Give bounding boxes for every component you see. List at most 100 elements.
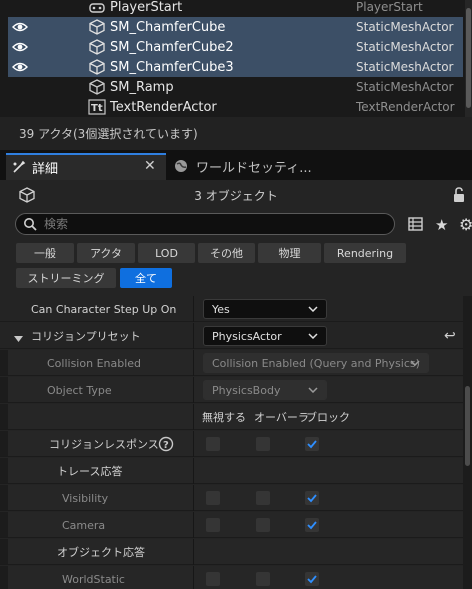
outliner-scrollbar[interactable]: [465, 0, 472, 117]
checkmark-icon: [307, 521, 317, 530]
ignore-checkbox[interactable]: [206, 437, 220, 451]
property-row: Visibility: [0, 485, 463, 511]
indent-gutter: [8, 512, 22, 537]
step-up-dropdown[interactable]: Yes: [203, 299, 327, 319]
block-checkbox[interactable]: [305, 518, 319, 532]
collision-enabled-dropdown[interactable]: Collision Enabled (Query and Physics): [203, 353, 429, 373]
outliner-row[interactable]: SM_ChamferCube StaticMeshActor: [8, 17, 463, 37]
indent-gutter: [0, 350, 8, 375]
ignore-checkbox[interactable]: [206, 572, 220, 586]
property-label: トレース応答: [57, 465, 123, 478]
property-list: Can Character Step Up On Yes コリジョンプリセット …: [0, 296, 472, 589]
dropdown-value: Yes: [212, 302, 230, 316]
chevron-down-icon: [308, 387, 318, 393]
property-label: Collision Enabled: [47, 356, 142, 370]
expand-arrow-icon[interactable]: [14, 332, 23, 346]
block-checkbox[interactable]: [305, 437, 319, 451]
property-row: Object Type PhysicsBody: [0, 377, 463, 403]
column-divider: [193, 539, 194, 565]
column-divider: [193, 458, 194, 484]
overlap-checkbox[interactable]: [256, 572, 270, 586]
indent-gutter: [0, 377, 8, 402]
property-row: トレース応答: [0, 458, 463, 484]
eye-icon[interactable]: [12, 59, 28, 75]
property-row: コリジョンプリセット PhysicsActor ↩: [0, 323, 463, 349]
overlap-checkbox[interactable]: [256, 437, 270, 451]
block-checkbox[interactable]: [305, 572, 319, 586]
indent-gutter: [0, 566, 8, 589]
outliner-row[interactable]: PlayerStart PlayerStart: [0, 0, 463, 17]
tab-world-settings[interactable]: ワールドセッティ...: [168, 153, 318, 180]
property-label: オブジェクト応答: [57, 546, 145, 559]
reset-arrow-icon[interactable]: ↩: [444, 328, 456, 344]
filter-streaming-button[interactable]: ストリーミング: [16, 268, 116, 288]
column-header-ignore: 無視する: [202, 411, 246, 424]
close-icon[interactable]: ✕: [144, 158, 156, 174]
eye-icon[interactable]: [12, 39, 28, 55]
chevron-down-icon: [410, 360, 420, 366]
filter-misc-button[interactable]: その他: [198, 243, 255, 263]
outliner-row[interactable]: SM_ChamferCube3 StaticMeshActor: [8, 57, 463, 77]
column-divider: [193, 296, 194, 322]
property-label: Object Type: [47, 383, 112, 397]
ignore-checkbox[interactable]: [206, 491, 220, 505]
scrollbar-thumb[interactable]: [465, 386, 470, 466]
filter-general-button[interactable]: 一般: [16, 243, 74, 263]
filter-actor-button[interactable]: アクタ: [77, 243, 135, 263]
tab-details[interactable]: 詳細 ✕: [6, 153, 166, 180]
filter-physics-button[interactable]: 物理: [258, 243, 321, 263]
dropdown-value: PhysicsActor: [212, 329, 282, 343]
indent-gutter: [8, 485, 22, 510]
outliner-row-type: StaticMeshActor: [356, 20, 454, 34]
filter-lod-button[interactable]: LOD: [138, 243, 195, 263]
property-row: 無視する オーバーラ ブロック: [0, 404, 463, 430]
block-checkbox[interactable]: [305, 491, 319, 505]
overlap-checkbox[interactable]: [256, 491, 270, 505]
search-icon: [23, 217, 37, 234]
column-header-overlap: オーバーラ: [254, 411, 309, 424]
property-label: コリジョンプリセット: [31, 330, 141, 343]
static-mesh-icon: [88, 19, 106, 35]
property-row: コリジョンレスポンス ?: [0, 431, 463, 457]
indent-gutter: [8, 458, 22, 483]
outliner-row-name: SM_ChamferCube: [110, 19, 226, 35]
column-divider: [193, 485, 194, 511]
column-divider: [193, 377, 194, 403]
property-label: WorldStatic: [62, 572, 125, 586]
outliner-row[interactable]: SM_Ramp StaticMeshActor: [0, 77, 463, 97]
details-panel: 3 オブジェクト ★ ⚙ 一般 アクタ LOD その他 物理 Rendering…: [0, 180, 472, 589]
outliner-row[interactable]: SM_ChamferCube2 StaticMeshActor: [8, 37, 463, 57]
search-input[interactable]: [44, 216, 384, 232]
outliner-row[interactable]: Tt TextRenderActor TextRenderActor: [0, 97, 463, 117]
filter-rendering-button[interactable]: Rendering: [324, 243, 406, 263]
help-icon[interactable]: ?: [158, 436, 174, 455]
star-icon[interactable]: ★: [435, 216, 448, 234]
gear-icon[interactable]: ⚙: [459, 215, 472, 234]
scrollbar-thumb[interactable]: [466, 8, 471, 108]
text-render-icon: Tt: [88, 99, 106, 115]
column-divider: [193, 404, 194, 430]
lock-icon[interactable]: [452, 187, 466, 206]
search-box[interactable]: [15, 213, 395, 235]
collision-preset-dropdown[interactable]: PhysicsActor: [203, 326, 327, 346]
filter-all-button[interactable]: 全て: [120, 268, 172, 288]
globe-icon: [174, 159, 188, 177]
details-icon: [12, 160, 26, 178]
table-view-icon[interactable]: [408, 217, 423, 234]
object-type-dropdown[interactable]: PhysicsBody: [203, 380, 327, 400]
indent-gutter: [0, 458, 8, 483]
indent-gutter: [8, 539, 22, 564]
indent-gutter: [8, 566, 22, 589]
indent-gutter: [0, 431, 8, 456]
outliner-row-type: StaticMeshActor: [356, 80, 454, 94]
ignore-checkbox[interactable]: [206, 518, 220, 532]
eye-icon[interactable]: [12, 19, 28, 35]
outliner-row-type: StaticMeshActor: [356, 40, 454, 54]
details-scrollbar[interactable]: [463, 296, 472, 589]
svg-text:?: ?: [163, 440, 169, 451]
property-row: WorldStatic: [0, 566, 463, 589]
overlap-checkbox[interactable]: [256, 518, 270, 532]
static-mesh-icon: [88, 39, 106, 55]
outliner-row-type: StaticMeshActor: [356, 60, 454, 74]
column-divider: [193, 431, 194, 457]
